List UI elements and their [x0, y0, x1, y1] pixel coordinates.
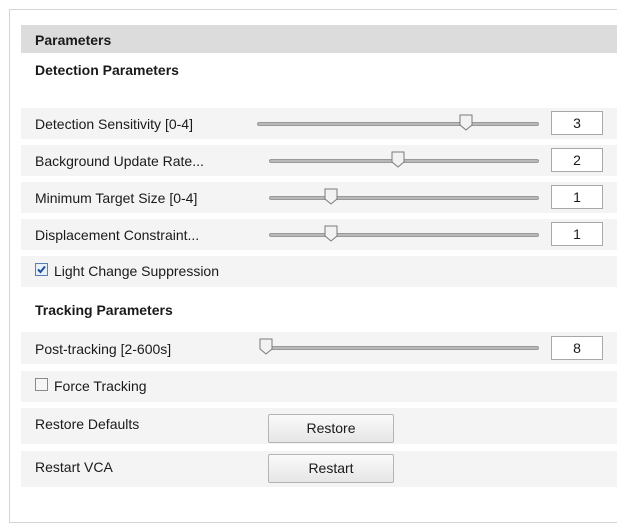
post-tracking-row: Post-tracking [2-600s] 8: [21, 332, 617, 364]
detection-sensitivity-slider[interactable]: [257, 122, 539, 126]
detection-sensitivity-label: Detection Sensitivity [0-4]: [35, 116, 193, 132]
displacement-constraint-row: Displacement Constraint... 1: [21, 219, 617, 250]
restart-button[interactable]: Restart: [268, 454, 394, 483]
force-tracking-checkbox[interactable]: [35, 378, 48, 391]
background-update-rate-row: Background Update Rate... 2: [21, 145, 617, 176]
checkmark-icon: [37, 265, 46, 274]
minimum-target-size-slider[interactable]: [269, 196, 539, 200]
background-update-rate-value[interactable]: 2: [551, 148, 603, 172]
detection-sensitivity-value[interactable]: 3: [551, 111, 603, 135]
restart-vca-label: Restart VCA: [35, 459, 113, 475]
force-tracking-label: Force Tracking: [54, 378, 147, 394]
light-change-label: Light Change Suppression: [54, 263, 220, 279]
detection-heading: Detection Parameters: [35, 62, 179, 78]
detection-sensitivity-row: Detection Sensitivity [0-4] 3: [21, 108, 617, 139]
force-tracking-row: Force Tracking: [21, 371, 617, 402]
parameters-panel: Parameters Detection Parameters Detectio…: [9, 9, 617, 523]
post-tracking-slider[interactable]: [265, 346, 539, 350]
post-tracking-value[interactable]: 8: [551, 336, 603, 360]
displacement-constraint-label: Displacement Constraint...: [35, 227, 200, 243]
tracking-heading: Tracking Parameters: [35, 302, 173, 318]
background-update-rate-thumb[interactable]: [391, 151, 405, 168]
light-change-row: Light Change Suppression: [21, 256, 617, 287]
post-tracking-thumb[interactable]: [259, 338, 273, 355]
detection-sensitivity-thumb[interactable]: [459, 114, 473, 131]
minimum-target-size-label: Minimum Target Size [0-4]: [35, 190, 198, 206]
minimum-target-size-thumb[interactable]: [324, 188, 338, 205]
light-change-checkbox[interactable]: [35, 263, 48, 276]
minimum-target-size-row: Minimum Target Size [0-4] 1: [21, 182, 617, 213]
displacement-constraint-thumb[interactable]: [324, 225, 338, 242]
tracking-section-header: Tracking Parameters: [21, 295, 617, 325]
detection-section-header: Detection Parameters: [21, 54, 617, 84]
minimum-target-size-value[interactable]: 1: [551, 185, 603, 209]
displacement-constraint-value[interactable]: 1: [551, 222, 603, 246]
displacement-constraint-slider[interactable]: [269, 233, 539, 237]
post-tracking-label: Post-tracking [2-600s]: [35, 341, 172, 357]
background-update-rate-label: Background Update Rate...: [35, 153, 204, 169]
restore-defaults-row: Restore Defaults Restore: [21, 408, 617, 444]
panel-title: Parameters: [35, 32, 112, 48]
restore-defaults-label: Restore Defaults: [35, 416, 140, 432]
restore-button[interactable]: Restore: [268, 414, 394, 443]
panel-header: Parameters: [21, 25, 617, 53]
restart-vca-row: Restart VCA Restart: [21, 451, 617, 487]
